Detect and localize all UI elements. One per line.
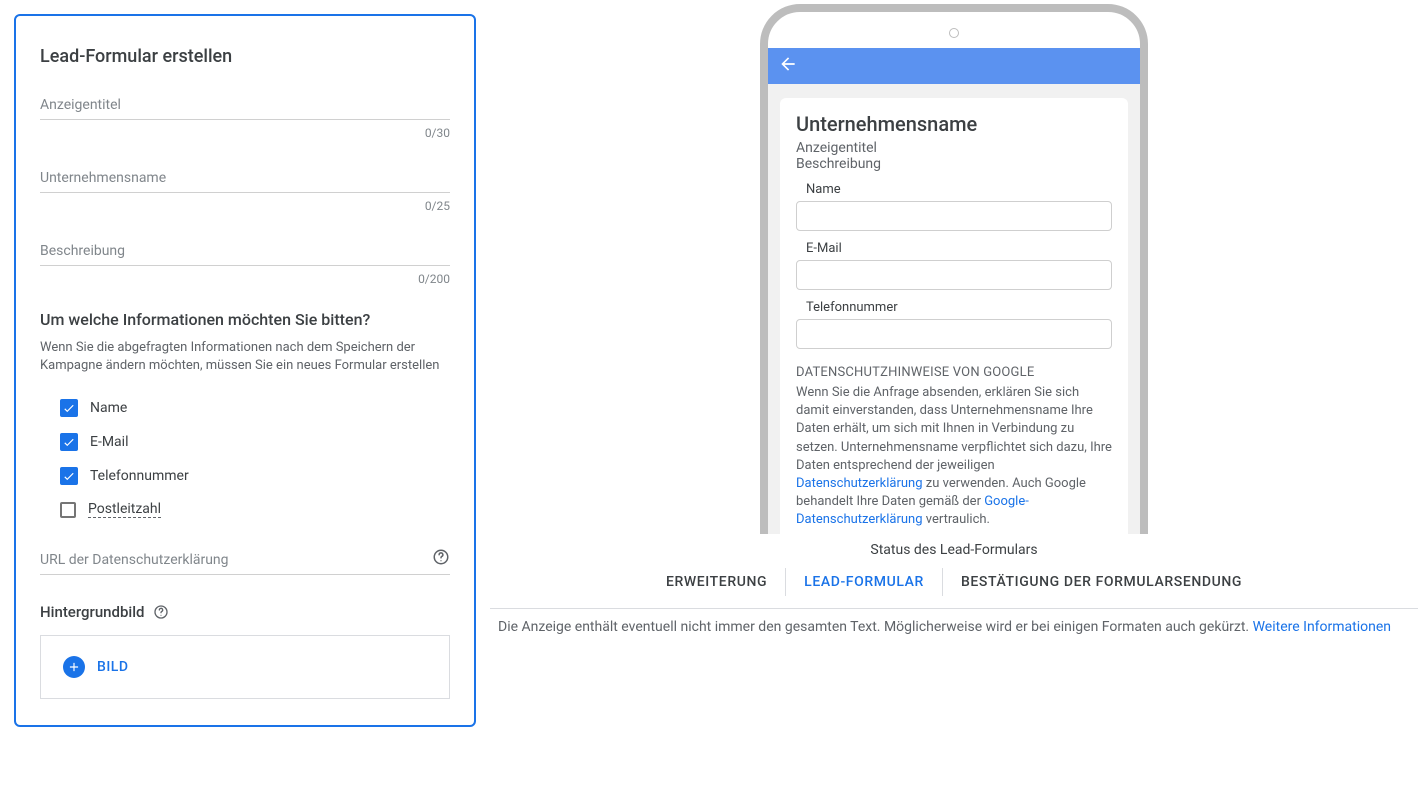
checkbox-unchecked-icon: [60, 502, 76, 518]
check-zip[interactable]: Postleitzahl: [60, 493, 450, 526]
background-heading: Hintergrundbild: [40, 603, 450, 621]
preview-company: Unternehmensname: [796, 112, 1112, 136]
check-label: E-Mail: [90, 434, 128, 450]
preview-form-card: Unternehmensname Anzeigentitel Beschreib…: [780, 98, 1128, 534]
privacy-link[interactable]: Datenschutzerklärung: [796, 476, 923, 491]
preview-name-input[interactable]: [796, 201, 1112, 231]
beschreibung-counter: 0/200: [40, 272, 450, 286]
field-anzeigentitel: 0/30: [40, 91, 450, 140]
status-label: Status des Lead-Formulars: [490, 542, 1418, 558]
anzeigentitel-counter: 0/30: [40, 126, 450, 140]
phone-preview: Unternehmensname Anzeigentitel Beschreib…: [760, 4, 1148, 534]
preview-email-input[interactable]: [796, 260, 1112, 290]
unternehmensname-input[interactable]: [40, 164, 450, 193]
field-unternehmensname: 0/25: [40, 164, 450, 213]
field-beschreibung: 0/200: [40, 237, 450, 286]
editor-panel: Lead-Formular erstellen 0/30 0/25 0/200: [0, 0, 476, 811]
check-phone[interactable]: Telefonnummer: [60, 459, 450, 493]
checkbox-checked-icon: [60, 399, 78, 417]
info-heading: Um welche Informationen möchten Sie bitt…: [40, 310, 450, 329]
privacy-title: DATENSCHUTZHINWEISE VON GOOGLE: [796, 365, 1112, 380]
check-name[interactable]: Name: [60, 391, 450, 425]
checkbox-checked-icon: [60, 467, 78, 485]
preview-field-label: Name: [806, 182, 1112, 197]
preview-field-label: Telefonnummer: [806, 300, 1112, 315]
field-privacy-url: [40, 546, 450, 575]
preview-panel: Unternehmensname Anzeigentitel Beschreib…: [476, 0, 1418, 811]
upload-box: BILD: [40, 635, 450, 699]
info-subtext: Wenn Sie die abgefragten Informationen n…: [40, 339, 450, 375]
footnote: Die Anzeige enthält eventuell nicht imme…: [490, 609, 1418, 635]
preview-appbar: [768, 48, 1140, 84]
lead-form-card: Lead-Formular erstellen 0/30 0/25 0/200: [14, 14, 476, 727]
help-icon[interactable]: [153, 604, 169, 620]
tab-erweiterung[interactable]: ERWEITERUNG: [648, 568, 785, 596]
check-email[interactable]: E-Mail: [60, 425, 450, 459]
check-label: Telefonnummer: [90, 468, 189, 484]
checkbox-checked-icon: [60, 433, 78, 451]
preview-field-label: E-Mail: [806, 241, 1112, 256]
tab-lead-formular[interactable]: LEAD-FORMULAR: [785, 568, 942, 596]
phone-speaker-icon: [949, 28, 959, 38]
status-tabs: ERWEITERUNG LEAD-FORMULAR BESTÄTIGUNG DE…: [490, 568, 1418, 596]
upload-image-button[interactable]: BILD: [63, 656, 129, 678]
preview-beschreibung: Beschreibung: [796, 156, 1112, 172]
unternehmensname-counter: 0/25: [40, 199, 450, 213]
privacy-body: Wenn Sie die Anfrage absenden, erklären …: [796, 384, 1112, 530]
preview-phone-input[interactable]: [796, 319, 1112, 349]
anzeigentitel-input[interactable]: [40, 91, 450, 120]
privacy-url-input[interactable]: [40, 546, 450, 575]
info-checklist: Name E-Mail Telefonnummer Postleitzahl: [40, 391, 450, 526]
more-info-link[interactable]: Weitere Informationen: [1253, 619, 1391, 635]
check-label: Name: [90, 400, 127, 416]
card-title: Lead-Formular erstellen: [40, 46, 450, 67]
check-label: Postleitzahl: [88, 501, 161, 518]
plus-circle-icon: [63, 656, 85, 678]
help-icon[interactable]: [432, 548, 450, 566]
preview-anzeigentitel: Anzeigentitel: [796, 140, 1112, 156]
back-arrow-icon[interactable]: [778, 54, 798, 78]
tab-bestaetigung[interactable]: BESTÄTIGUNG DER FORMULARSENDUNG: [942, 568, 1260, 596]
beschreibung-input[interactable]: [40, 237, 450, 266]
